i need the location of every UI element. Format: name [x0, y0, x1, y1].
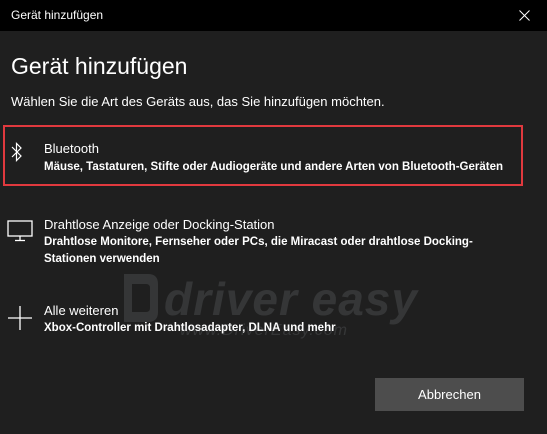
- page-title: Gerät hinzufügen: [11, 53, 188, 79]
- option-description: Drahtlose Monitore, Fernseher oder PCs, …: [44, 236, 473, 265]
- bluetooth-icon: [11, 142, 23, 167]
- monitor-icon: [7, 220, 33, 247]
- title-bar: Gerät hinzufügen: [0, 0, 547, 31]
- close-icon: [519, 10, 530, 21]
- add-device-dialog: Gerät hinzufügen Gerät hinzufügen Wählen…: [0, 0, 547, 434]
- option-bluetooth[interactable]: Bluetooth Mäuse, Tastaturen, Stifte oder…: [3, 125, 523, 186]
- window-title: Gerät hinzufügen: [11, 8, 104, 22]
- option-title: Drahtlose Anzeige oder Docking-Station: [44, 217, 275, 232]
- cancel-button[interactable]: Abbrechen: [375, 378, 524, 411]
- plus-icon: [8, 306, 32, 335]
- option-title: Alle weiteren: [44, 303, 119, 318]
- instruction-text: Wählen Sie die Art des Geräts aus, das S…: [11, 94, 385, 109]
- option-wireless-display[interactable]: Drahtlose Anzeige oder Docking-Station D…: [5, 215, 521, 267]
- option-description: Mäuse, Tastaturen, Stifte oder Audiogerä…: [44, 161, 503, 173]
- option-description: Xbox-Controller mit Drahtlosadapter, DLN…: [44, 322, 336, 334]
- option-other[interactable]: Alle weiteren Xbox-Controller mit Drahtl…: [5, 301, 521, 339]
- close-button[interactable]: [501, 0, 547, 31]
- option-title: Bluetooth: [44, 141, 99, 156]
